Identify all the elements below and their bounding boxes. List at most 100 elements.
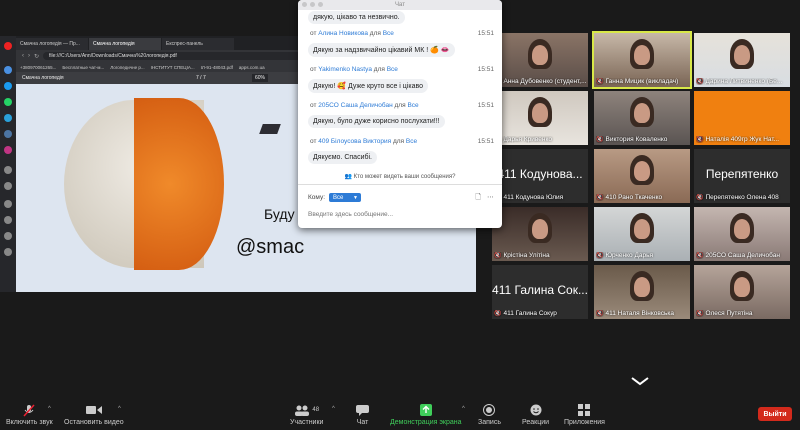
unmute-button[interactable]: Включить звук [6, 403, 53, 426]
mic-muted-icon: 🔇 [494, 311, 502, 317]
participant-name: 🔇Анна Дубовенко (студент,... [494, 78, 586, 85]
forward-icon[interactable]: › [28, 53, 30, 59]
recipient-select[interactable]: Все ▼ [329, 193, 361, 202]
page-indicator[interactable]: 7 / 7 [196, 75, 206, 81]
participant-tile[interactable]: 🔇 410 Рано Ткаченко [594, 149, 690, 203]
participant-tile[interactable]: 🔇 Дарина Литвиненко (Бе... [694, 33, 790, 87]
share-screen-button[interactable]: Демонстрация экрана [390, 404, 462, 426]
participants-caret[interactable]: ^ [332, 406, 335, 412]
participant-tile[interactable]: 🔇 411 Наталя Вінковська [594, 265, 690, 319]
record-button[interactable]: Запись [478, 404, 501, 426]
telegram-icon[interactable] [4, 114, 12, 122]
participants-button[interactable]: 48 Участники [290, 404, 323, 426]
participant-name: 🔇 410 Рано Ткаченко [596, 194, 663, 201]
chat-bubble: дякую, цікаво та незвичнo. [308, 11, 405, 24]
home-icon[interactable] [4, 66, 12, 74]
message-header: от 205CO Саша Деличобан для Все 15:51 [310, 102, 494, 109]
participant-tile[interactable]: 🔇 Ганна Мицик (викладач) [592, 31, 692, 89]
participant-tile[interactable]: 🔇 Крістіна Улітіна [492, 207, 588, 261]
more-icon[interactable]: ⋯ [487, 193, 494, 204]
whatsapp-icon[interactable] [4, 98, 12, 106]
bookmark[interactable]: Бесплатные чат-м... [62, 65, 104, 70]
chat-icon [356, 404, 369, 416]
maximize-icon[interactable] [318, 2, 323, 7]
browser-tab[interactable]: Експрес-панель [162, 38, 234, 50]
pdf-title: Смачна логопедія [22, 75, 64, 81]
participant-tile[interactable]: 411 Галина Сок... 🔇 411 Галина Сокур [492, 265, 588, 319]
mic-muted-icon: 🔇 [596, 253, 604, 259]
apps-icon [578, 404, 591, 416]
participant-name: 🔇 Виктория Коваленко [596, 136, 668, 143]
chat-button[interactable]: Чат [356, 404, 369, 426]
message-time: 15:51 [477, 30, 494, 37]
participant-tile[interactable]: 🔇 Виктория Коваленко [594, 91, 690, 145]
participant-name: 🔇 411 Галина Сокур [494, 310, 557, 317]
message-sender[interactable]: Yakimenko Nastya [318, 66, 372, 73]
participant-tile[interactable]: 🔇 Наталія 409гр Жук Нат... [694, 91, 790, 145]
lentils-image [134, 98, 224, 270]
bookmark[interactable]: ІЛ-91-48043.pdf [201, 65, 233, 70]
share-caret[interactable]: ^ [462, 406, 465, 412]
participant-tile[interactable]: 🔇 Олеся Путятіна [694, 265, 790, 319]
messenger-icon[interactable] [4, 82, 12, 90]
participant-name: 🔇 205CO Саша Деличобан [696, 252, 780, 259]
vk-icon[interactable] [4, 130, 12, 138]
message-header: от Yakimenko Nastya для Все 15:51 [310, 66, 494, 73]
reactions-button[interactable]: Реакции [522, 404, 549, 426]
reload-icon[interactable]: ↻ [34, 53, 39, 60]
bookmark[interactable]: Логопедичне р... [110, 65, 144, 70]
video-button[interactable]: Остановить видео [64, 404, 124, 426]
participants-count: 48 [312, 407, 320, 413]
file-icon[interactable]: 🗋 [475, 193, 481, 204]
who-can-see-link[interactable]: 👥 Кто может видеть ваши сообщения? [298, 173, 502, 180]
message-sender[interactable]: 205CO Саша Деличобан [318, 102, 392, 109]
participant-name: 🔇 Юрченко Дарья [596, 252, 653, 259]
participant-tile[interactable]: 🔇 Юрченко Дарья [594, 207, 690, 261]
participant-tile[interactable]: 🔇Анна Дубовенко (студент,... [492, 33, 588, 87]
browser-tab[interactable]: Смачна логопедія — Пр... [16, 38, 88, 50]
apps-button[interactable]: Приложения [564, 404, 605, 426]
zoom-window: Смачна логопедія — Пр... Смачна логопеді… [0, 0, 800, 430]
chat-bubble: Дякую, було дуже корисно послухати!!! [308, 115, 445, 128]
participant-tile[interactable]: 411 Кодунова... 🔇411 Кодунова Юлия [492, 149, 588, 203]
participant-tile[interactable]: 🔇 205CO Саша Деличобан [694, 207, 790, 261]
participant-tile[interactable]: Перепятенко 🔇 Перепятенко Олена 408 [694, 149, 790, 203]
mic-muted-icon: 🔇 [696, 137, 704, 143]
participant-display-name: Перепятенко [705, 167, 779, 181]
pin-icon[interactable] [4, 248, 12, 256]
participant-name: 🔇 Перепятенко Олена 408 [696, 194, 779, 201]
video-caret[interactable]: ^ [118, 406, 121, 412]
bookmark[interactable]: apps.com.ua [239, 65, 265, 70]
box-icon[interactable] [4, 216, 12, 224]
audio-caret[interactable]: ^ [48, 406, 51, 412]
minimize-icon[interactable] [310, 2, 315, 7]
participants-icon [295, 405, 310, 416]
opera-icon[interactable] [4, 42, 12, 50]
bookmark[interactable]: +380970061265... [20, 65, 56, 70]
mic-muted-icon: 🔇 [596, 195, 604, 201]
heart-icon[interactable] [4, 200, 12, 208]
chat-titlebar: Чат [298, 0, 502, 10]
clock-icon[interactable] [4, 166, 12, 174]
mic-muted-icon [23, 403, 35, 417]
message-sender[interactable]: Алина Новикова [318, 30, 368, 37]
settings-icon[interactable] [4, 232, 12, 240]
participant-name: 🔇 Дарина Литвиненко (Бе... [696, 78, 783, 85]
message-input[interactable] [308, 211, 488, 218]
instagram-icon[interactable] [4, 146, 12, 154]
message-time: 15:51 [477, 102, 494, 109]
send-icon[interactable] [4, 182, 12, 190]
participant-tile[interactable]: 🔇Дарья Кривенко [492, 91, 588, 145]
mic-muted-icon: 🔇 [596, 311, 604, 317]
browser-tab-active[interactable]: Смачна логопедія [89, 38, 161, 50]
message-header: от Алина Новикова для Все 15:51 [310, 30, 494, 37]
back-icon[interactable]: ‹ [22, 53, 24, 59]
message-sender[interactable]: 409 Білоусова Виктория [318, 138, 391, 145]
leave-button[interactable]: Выйти [758, 407, 792, 421]
participant-name: 🔇 411 Наталя Вінковська [596, 310, 674, 317]
zoom-level[interactable]: 60% [252, 74, 269, 82]
close-icon[interactable] [302, 2, 307, 7]
participant-name: 🔇Дарья Кривенко [494, 136, 586, 143]
chevron-down-icon[interactable] [630, 376, 650, 386]
bookmark[interactable]: ІНСТИТУТ СПЕЦІА... [151, 65, 195, 70]
